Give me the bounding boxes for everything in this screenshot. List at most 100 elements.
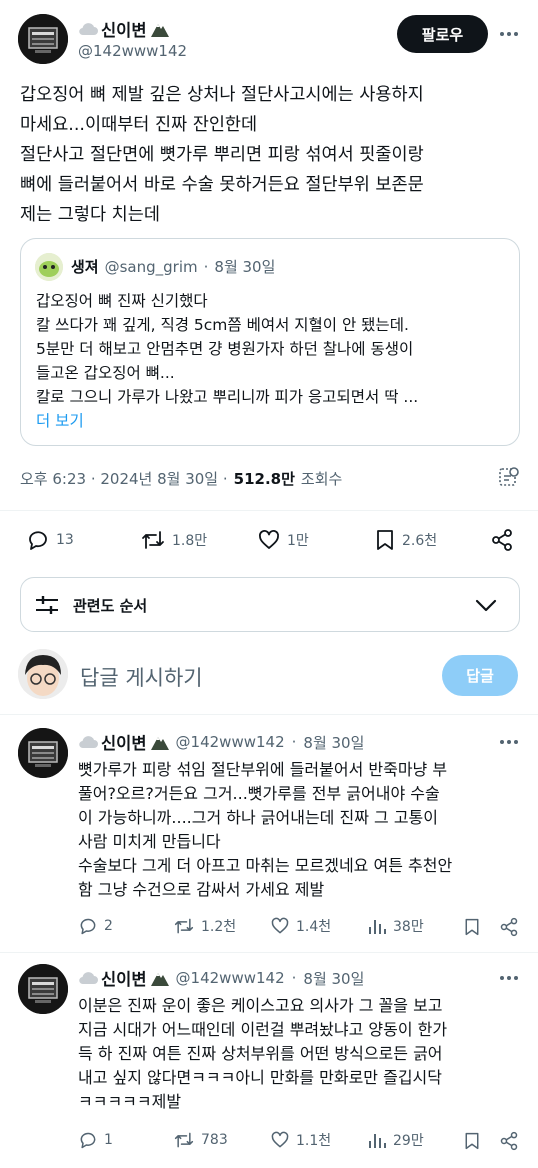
views-action[interactable]: 29만	[367, 1130, 424, 1150]
bookmark-icon[interactable]	[463, 1131, 481, 1151]
tweet-text-line: 뼈에 들러붙어서 바로 수술 못하거든요 절단부위 보존문	[20, 175, 424, 195]
sliders-icon	[34, 594, 60, 616]
reply-text-line: 풀어?오르?거든요 그거...뼛가루를 전부 긁어내야 수술	[78, 784, 440, 803]
quote-text-line: 갑오징어 뼈 진짜 신기했다	[36, 292, 208, 310]
reply-text-line: ㅋㅋㅋㅋㅋ제발	[78, 1092, 182, 1111]
bookmark-action[interactable]: 2.6천	[374, 528, 437, 552]
views-count: 29만	[393, 1133, 424, 1149]
bookmark-icon[interactable]	[463, 917, 481, 937]
tweet-text-line: 절단사고 절단면에 뼛가루 뿌리면 피랑 섞여서 핏줄이랑	[20, 145, 424, 165]
reply-display-name[interactable]: 신이변	[101, 966, 147, 990]
mountain-icon	[150, 969, 170, 987]
reply-action[interactable]: 1	[78, 1130, 113, 1150]
quote-text-line: 칼 쓰다가 꽤 깊게, 직경 5cm쯤 베여서 지혈이 안 됐는데.	[36, 316, 409, 334]
reply-text-line: 함 그냥 수건으로 감싸서 가세요 제발	[78, 880, 325, 899]
reply-action[interactable]: 13	[26, 528, 74, 552]
divider	[0, 952, 538, 953]
analytics-icon[interactable]	[498, 466, 520, 488]
sort-label: 관련도 순서	[73, 597, 148, 615]
reply-text-line: 수술보다 그게 더 아프고 마취는 모르겠네요 여튼 추천안	[78, 856, 453, 875]
quote-handle: @sang_grim	[104, 257, 198, 276]
quote-header: 생져 @sang_grim · 8월 30일	[71, 256, 275, 277]
quote-avatar	[35, 253, 63, 281]
follow-button[interactable]: 팔로우	[397, 15, 488, 53]
show-more-link[interactable]: 더 보기	[36, 409, 514, 433]
retweet-count: 783	[201, 1132, 228, 1148]
share-icon[interactable]	[499, 1131, 519, 1151]
share-icon[interactable]	[499, 917, 519, 937]
reply-count: 1	[104, 1132, 113, 1148]
quoted-tweet-card[interactable]: 생져 @sang_grim · 8월 30일 갑오징어 뼈 진짜 신기했다 칼 …	[20, 238, 520, 446]
reply-avatar[interactable]	[18, 964, 68, 1014]
tweet-text-line: 마세요...이때부터 진짜 잔인한데	[20, 115, 258, 135]
reply-action[interactable]: 2	[78, 916, 113, 936]
views-count: 512.8만	[233, 470, 295, 488]
retweet-action[interactable]: 1.2천	[173, 916, 236, 936]
bar-chart-icon	[367, 1130, 387, 1150]
mountain-icon	[150, 733, 170, 751]
views-count: 38만	[393, 919, 424, 935]
separator-dot: ·	[291, 969, 297, 987]
reply-count: 2	[104, 918, 113, 934]
quote-display-name: 생져	[71, 258, 99, 276]
heart-icon	[270, 916, 290, 936]
reply-icon	[78, 1130, 98, 1150]
quote-text-line: 칼로 그으니 가루가 나왔고 뿌리니까 피가 응고되면서 딱 ...	[36, 388, 419, 406]
retweet-count: 1.8만	[172, 533, 208, 549]
like-action[interactable]: 1만	[257, 528, 309, 552]
more-options-icon[interactable]	[499, 31, 519, 37]
tweet-text-line: 갑오징어 뼈 제발 깊은 상처나 절단사고시에는 사용하지	[20, 85, 424, 105]
mountain-icon	[150, 20, 170, 38]
retweet-count: 1.2천	[201, 919, 237, 935]
tweet-timestamp[interactable]: 오후 6:23 · 2024년 8월 30일 ·	[20, 468, 228, 489]
reply-text-line: 이 가능하니까....그거 하나 긁어내는데 진짜 그 고통이	[78, 808, 438, 827]
reply-input[interactable]: 답글 게시하기	[80, 662, 420, 692]
share-icon[interactable]	[490, 528, 514, 552]
author-display-name[interactable]: 신이변	[101, 17, 147, 41]
heart-icon	[257, 528, 281, 552]
retweet-icon	[173, 916, 195, 936]
reply-display-name[interactable]: 신이변	[101, 730, 147, 754]
views-action[interactable]: 38만	[367, 916, 424, 936]
more-options-icon[interactable]	[499, 739, 519, 745]
chevron-down-icon	[474, 597, 498, 613]
reply-text-line: 뼛가루가 피랑 섞임 절단부위에 들러붙어서 반죽마냥 부	[78, 760, 448, 779]
sort-dropdown[interactable]: 관련도 순서	[20, 577, 520, 632]
reply-submit-button[interactable]: 답글	[442, 655, 518, 696]
reply-handle[interactable]: @142www142	[176, 733, 285, 751]
cloud-icon	[78, 971, 98, 985]
divider	[0, 510, 538, 511]
divider	[0, 714, 538, 715]
author-handle[interactable]: @142www142	[78, 42, 187, 60]
reply-date[interactable]: 8월 30일	[303, 732, 364, 753]
tweet-text: 갑오징어 뼈 제발 깊은 상처나 절단사고시에는 사용하지 마세요...이때부터…	[20, 80, 525, 230]
retweet-action[interactable]: 1.8만	[140, 528, 207, 552]
separator-dot: ·	[291, 733, 297, 751]
retweet-icon	[173, 1130, 195, 1150]
avatar[interactable]	[18, 14, 68, 64]
reply-handle[interactable]: @142www142	[176, 969, 285, 987]
reply-text-line: 사람 미치게 만듭니다	[78, 832, 221, 851]
like-count: 1.4천	[296, 919, 332, 935]
reply-header: 신이변 @142www142 · 8월 30일	[78, 730, 364, 754]
like-action[interactable]: 1.4천	[270, 916, 331, 936]
current-user-avatar[interactable]	[18, 649, 68, 699]
quote-date: 8월 30일	[214, 258, 276, 276]
retweet-action[interactable]: 783	[173, 1130, 228, 1150]
like-action[interactable]: 1.1천	[270, 1130, 331, 1150]
reply-text-line: 이분은 진짜 운이 좋은 케이스고요 의사가 그 꼴을 보고	[78, 996, 443, 1015]
retweet-icon	[140, 528, 166, 552]
quote-text-line: 들고온 갑오징어 뼈...	[36, 364, 175, 382]
reply-text: 뼛가루가 피랑 섞임 절단부위에 들러붙어서 반죽마냥 부 풀어?오르?거든요 …	[78, 758, 528, 902]
quote-text: 갑오징어 뼈 진짜 신기했다 칼 쓰다가 꽤 깊게, 직경 5cm쯤 베여서 지…	[36, 289, 514, 433]
reply-header: 신이변 @142www142 · 8월 30일	[78, 966, 364, 990]
bar-chart-icon	[367, 916, 387, 936]
reply-avatar[interactable]	[18, 728, 68, 778]
tweet-metadata: 오후 6:23 · 2024년 8월 30일 · 512.8만 조회수	[20, 468, 342, 489]
bookmark-count: 2.6천	[402, 533, 438, 549]
quote-text-line: 5분만 더 해보고 안멈추면 걍 병원가자 하던 찰나에 동생이	[36, 340, 414, 358]
heart-icon	[270, 1130, 290, 1150]
cloud-icon	[78, 735, 98, 749]
reply-date[interactable]: 8월 30일	[303, 968, 364, 989]
more-options-icon[interactable]	[499, 975, 519, 981]
